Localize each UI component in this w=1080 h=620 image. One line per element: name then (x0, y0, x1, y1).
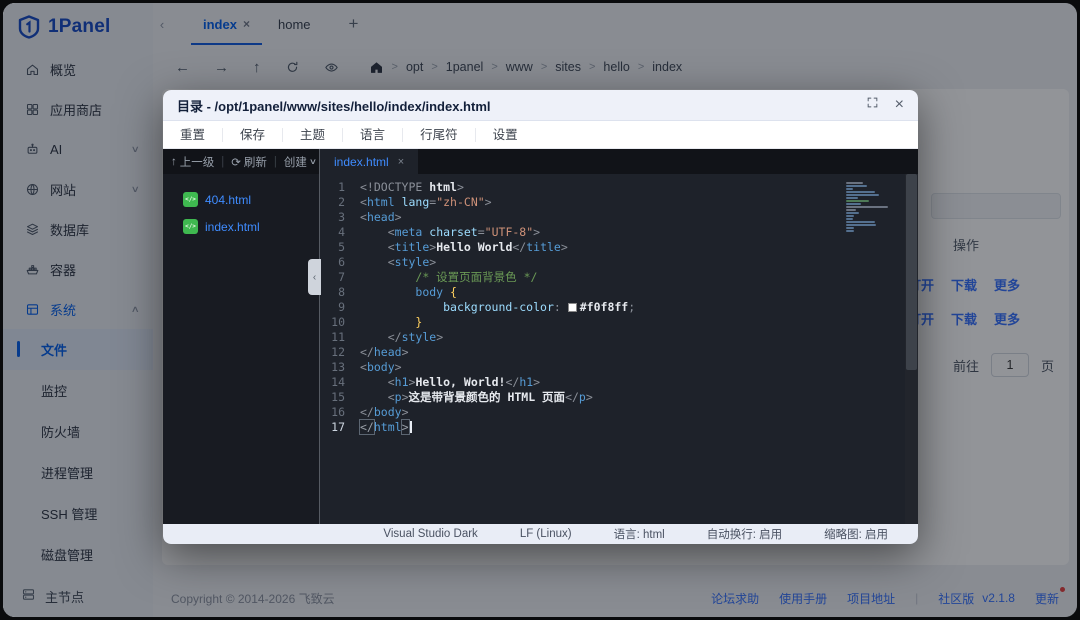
menu-item-保存[interactable]: 保存 (223, 128, 283, 142)
code-line-13: 13<body> (320, 360, 918, 375)
fullscreen-icon[interactable] (866, 96, 879, 114)
color-swatch (568, 303, 577, 312)
editor-body: ↑ 上一级 | ⟳ 刷新 | 创建 ∨ </>404.html</>index.… (163, 149, 918, 524)
modal-title: 目录 - /opt/1panel/www/sites/hello/index/i… (177, 96, 491, 115)
code-line-12: 12</head> (320, 345, 918, 360)
code-line-2: 2<html lang="zh-CN"> (320, 195, 918, 210)
close-icon[interactable]: × (895, 97, 904, 113)
menu-item-行尾符[interactable]: 行尾符 (403, 128, 476, 142)
editor-scrollbar[interactable] (905, 174, 918, 524)
modal-titlebar: 目录 - /opt/1panel/www/sites/hello/index/i… (163, 90, 918, 121)
code-line-16: 16</body> (320, 405, 918, 420)
minimap[interactable] (846, 182, 898, 233)
status-item-2: 语言: html (614, 526, 665, 542)
code-line-4: 4 <meta charset="UTF-8"> (320, 225, 918, 240)
app-window: 1Panel 概览应用商店AI∨网站∨数据库容器系统∧文件监控防火墙进程管理SS… (3, 3, 1077, 617)
code-line-1: 1<!DOCTYPE html> (320, 180, 918, 195)
file-tree-toolbar: ↑ 上一级 | ⟳ 刷新 | 创建 ∨ (163, 149, 319, 174)
html-file-icon: </> (183, 219, 198, 234)
html-file-icon: </> (183, 192, 198, 207)
code-line-15: 15 <p>这是带背景颜色的 HTML 页面</p> (320, 390, 918, 405)
up-level-button[interactable]: ↑ 上一级 (171, 154, 214, 170)
code-line-6: 6 <style> (320, 255, 918, 270)
status-item-4: 缩略图: 启用 (824, 526, 888, 542)
scrollbar-thumb[interactable] (906, 174, 917, 370)
status-item-1: LF (Linux) (520, 528, 572, 540)
tree-refresh-button[interactable]: ⟳ 刷新 (231, 154, 267, 170)
code-line-11: 11 </style> (320, 330, 918, 345)
status-item-3: 自动换行: 启用 (707, 526, 782, 542)
editor-menubar: 重置保存主题语言行尾符设置 (163, 121, 918, 149)
editor-tab-close-icon[interactable]: × (398, 156, 404, 168)
editor-tabbar: index.html × (320, 149, 918, 174)
editor-statusbar: Visual Studio Dark LF (Linux) 语言: html 自动换行… (163, 524, 918, 544)
code-editor[interactable]: 1<!DOCTYPE html>2<html lang="zh-CN">3<he… (320, 174, 918, 524)
code-line-9: 9 background-color: #f0f8ff; (320, 300, 918, 315)
code-line-8: 8 body { (320, 285, 918, 300)
status-item-0: Visual Studio Dark (383, 528, 477, 540)
file-tree-list: </>404.html</>index.html (163, 174, 319, 240)
code-editor-panel: index.html × 1<!DOCTYPE html>2<html lang… (320, 149, 918, 524)
file-editor-modal: 目录 - /opt/1panel/www/sites/hello/index/i… (163, 90, 918, 544)
panel-collapse-handle[interactable]: ‹ (308, 259, 321, 295)
menu-item-重置[interactable]: 重置 (163, 128, 223, 142)
text-cursor (410, 421, 412, 433)
menu-item-设置[interactable]: 设置 (476, 128, 535, 142)
file-tree-panel: ↑ 上一级 | ⟳ 刷新 | 创建 ∨ </>404.html</>index.… (163, 149, 320, 524)
tree-file-index.html[interactable]: </>index.html (163, 213, 319, 240)
menu-item-主题[interactable]: 主题 (283, 128, 343, 142)
create-button[interactable]: 创建 ∨ (284, 154, 316, 170)
code-line-14: 14 <h1>Hello, World!</h1> (320, 375, 918, 390)
tree-file-404.html[interactable]: </>404.html (163, 186, 319, 213)
editor-tab-index-html[interactable]: index.html × (320, 149, 418, 174)
code-line-17: 17</html> (320, 420, 918, 435)
code-line-7: 7 /* 设置页面背景色 */ (320, 270, 918, 285)
code-line-5: 5 <title>Hello World</title> (320, 240, 918, 255)
chevron-down-icon: ∨ (309, 157, 317, 166)
code-line-10: 10 } (320, 315, 918, 330)
code-line-3: 3<head> (320, 210, 918, 225)
menu-item-语言[interactable]: 语言 (343, 128, 403, 142)
code-lines: 1<!DOCTYPE html>2<html lang="zh-CN">3<he… (320, 180, 918, 435)
